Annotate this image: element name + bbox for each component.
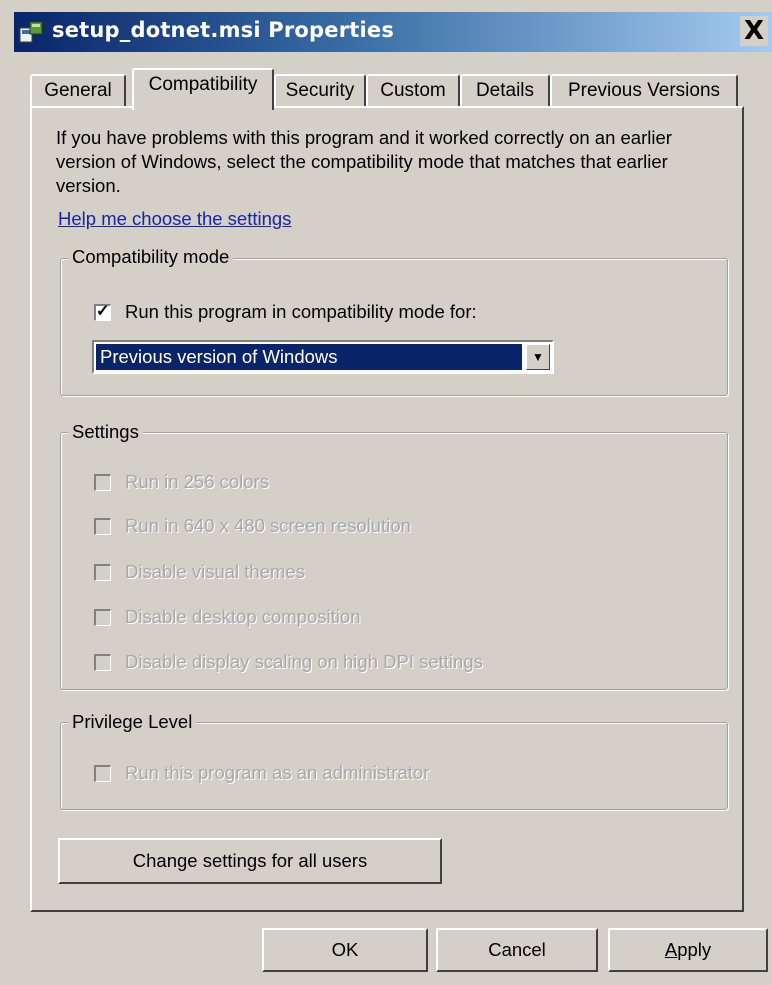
setting-256-colors-label: Run in 256 colors — [125, 471, 269, 492]
tab-custom-label: Custom — [380, 80, 446, 101]
tab-strip: General Compatibility Security Custom De… — [30, 68, 750, 110]
help-link[interactable]: Help me choose the settings — [58, 208, 291, 230]
run-as-admin-checkbox — [94, 764, 111, 782]
setting-visual-themes-label: Disable visual themes — [125, 561, 305, 582]
tab-security-label: Security — [285, 80, 355, 101]
tab-general-label: General — [44, 80, 112, 101]
setting-visual-themes: Disable visual themes — [94, 561, 305, 583]
change-settings-all-users-button[interactable]: Change settings for all users — [58, 838, 442, 884]
properties-dialog: setup_dotnet.msi Properties X General Co… — [0, 0, 772, 985]
setting-visual-themes-checkbox — [94, 563, 111, 581]
compatibility-mode-group — [60, 258, 728, 396]
setting-640x480-checkbox — [94, 517, 111, 535]
compat-mode-row[interactable]: ✓ Run this program in compatibility mode… — [94, 301, 477, 323]
tab-details[interactable]: Details — [460, 74, 550, 108]
setting-desktop-composition-checkbox — [94, 608, 111, 626]
tab-general[interactable]: General — [30, 74, 126, 108]
setting-desktop-composition-label: Disable desktop composition — [125, 606, 361, 627]
window-title: setup_dotnet.msi Properties — [52, 18, 395, 42]
title-bar[interactable]: setup_dotnet.msi Properties X — [14, 12, 772, 52]
apply-button[interactable]: Apply — [608, 928, 768, 972]
settings-group-label: Settings — [68, 421, 143, 443]
tab-security[interactable]: Security — [274, 74, 366, 108]
tab-details-label: Details — [475, 80, 535, 101]
compat-mode-checkbox[interactable]: ✓ — [94, 302, 111, 321]
run-as-admin-label: Run this program as an administrator — [125, 762, 430, 783]
setting-dpi-scaling-checkbox — [94, 653, 111, 671]
intro-text: If you have problems with this program a… — [56, 127, 672, 196]
tab-compatibility-label: Compatibility — [148, 74, 258, 95]
setting-256-colors: Run in 256 colors — [94, 471, 269, 493]
setting-640x480-label: Run in 640 x 480 screen resolution — [125, 515, 411, 536]
setting-256-colors-checkbox — [94, 473, 111, 491]
setting-dpi-scaling: Disable display scaling on high DPI sett… — [94, 651, 483, 673]
tab-previous-versions[interactable]: Previous Versions — [550, 74, 738, 108]
run-as-admin: Run this program as an administrator — [94, 762, 429, 784]
cancel-button[interactable]: Cancel — [436, 928, 598, 972]
privilege-level-group-label: Privilege Level — [68, 711, 197, 733]
tab-previous-versions-label: Previous Versions — [567, 80, 721, 101]
dropdown-arrow-icon[interactable]: ▼ — [526, 344, 550, 370]
installer-icon — [19, 21, 43, 43]
tab-compatibility[interactable]: Compatibility — [132, 68, 274, 110]
compatibility-mode-group-label: Compatibility mode — [68, 246, 234, 268]
checkmark-icon: ✓ — [96, 302, 110, 320]
close-icon: X — [743, 16, 765, 46]
compat-mode-select[interactable]: Previous version of Windows ▼ — [92, 340, 554, 374]
compat-mode-select-value: Previous version of Windows — [96, 344, 522, 370]
setting-desktop-composition: Disable desktop composition — [94, 606, 361, 628]
tab-custom[interactable]: Custom — [366, 74, 460, 108]
ok-button[interactable]: OK — [262, 928, 428, 972]
setting-640x480: Run in 640 x 480 screen resolution — [94, 515, 411, 537]
apply-label: pply — [677, 939, 712, 960]
ok-label: OK — [331, 939, 359, 960]
cancel-label: Cancel — [488, 939, 546, 960]
apply-accelerator: A — [664, 939, 678, 960]
close-button[interactable]: X — [740, 16, 768, 46]
change-settings-all-users-label: Change settings for all users — [132, 850, 368, 871]
compat-mode-checkbox-label: Run this program in compatibility mode f… — [125, 301, 477, 322]
setting-dpi-scaling-label: Disable display scaling on high DPI sett… — [125, 651, 483, 672]
